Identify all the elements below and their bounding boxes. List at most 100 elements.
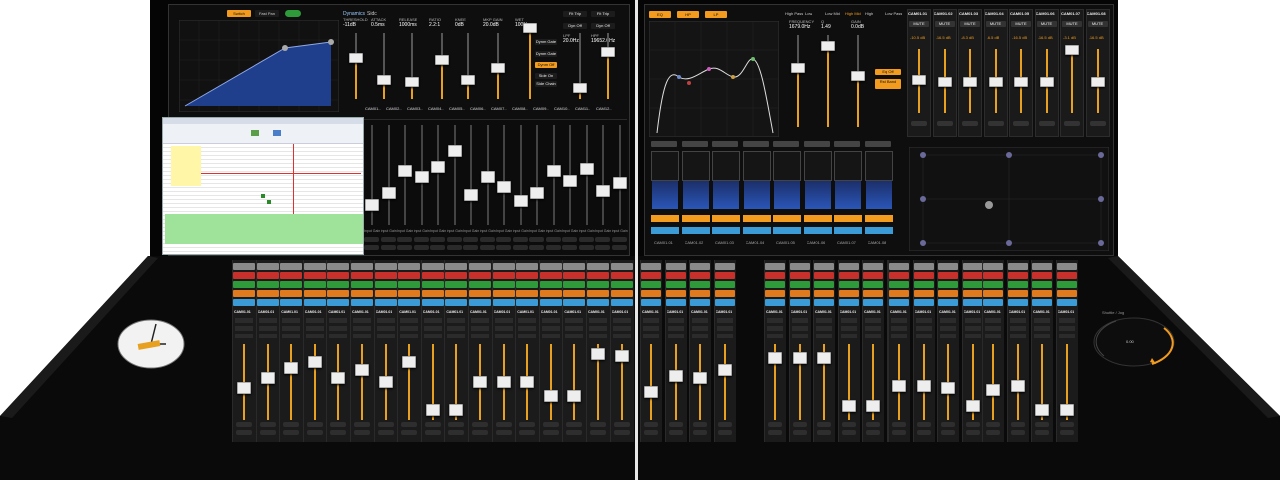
console-strip-knob[interactable] — [401, 430, 418, 435]
console-strip-button[interactable] — [539, 263, 562, 270]
param-fader-knob[interactable] — [491, 63, 505, 73]
console-strip-button[interactable] — [789, 272, 810, 279]
top-channel-button[interactable] — [936, 121, 953, 126]
top-channel-fader-knob[interactable] — [988, 77, 1003, 87]
input-gain-knob-button[interactable] — [529, 237, 544, 242]
eq-tab[interactable]: High Mid — [845, 11, 861, 16]
console-strip-button[interactable] — [1032, 272, 1052, 279]
console-strip-knob[interactable] — [717, 422, 732, 427]
console-strip-knob[interactable] — [1010, 422, 1025, 427]
console-strip-button[interactable] — [469, 281, 491, 288]
dyn-gate-button-2[interactable]: Dynm Gate — [535, 51, 557, 57]
console-strip-button[interactable] — [938, 272, 958, 279]
console-strip-button[interactable] — [587, 299, 609, 306]
console-strip-button[interactable] — [374, 281, 397, 288]
console-strip-select[interactable] — [891, 318, 907, 323]
ribbon-icon[interactable] — [251, 130, 259, 136]
console-strip-knob[interactable] — [401, 422, 418, 427]
console-strip-button[interactable] — [1032, 299, 1052, 306]
console-strip-button[interactable] — [256, 290, 279, 297]
console-strip-select[interactable] — [235, 334, 253, 338]
eq-tab[interactable]: High Pass — [785, 11, 803, 16]
meter-blue-button[interactable] — [742, 227, 771, 234]
console-strip-select[interactable] — [541, 318, 560, 323]
console-strip-knob[interactable] — [613, 422, 630, 427]
console-strip-select[interactable] — [692, 326, 708, 331]
console-fader-knob[interactable] — [520, 376, 535, 388]
console-strip-button[interactable] — [303, 290, 326, 297]
input-gain-knob-button[interactable] — [545, 245, 561, 250]
input-gain-fader-knob[interactable] — [563, 175, 577, 187]
console-fader-knob[interactable] — [1010, 380, 1025, 392]
console-strip-knob[interactable] — [668, 422, 683, 427]
console-strip-select[interactable] — [447, 326, 466, 331]
switch-button[interactable]: Switch — [227, 10, 251, 17]
console-strip-knob[interactable] — [668, 430, 683, 435]
console-strip-button[interactable] — [1056, 263, 1077, 270]
console-strip-select[interactable] — [767, 326, 783, 331]
eq-tab[interactable]: Low Mid — [825, 11, 840, 16]
console-strip-button[interactable] — [398, 272, 421, 279]
console-strip-button[interactable] — [838, 299, 859, 306]
eq-param-q[interactable]: Q 1.49 — [821, 19, 831, 30]
console-strip-knob[interactable] — [693, 430, 707, 435]
top-channel-mute[interactable]: MUTE — [1087, 21, 1108, 27]
console-strip-button[interactable] — [421, 272, 444, 279]
console-strip-button[interactable] — [913, 299, 934, 306]
console-strip-button[interactable] — [765, 281, 785, 288]
console-strip-knob[interactable] — [986, 430, 1000, 435]
console-strip-button[interactable] — [641, 263, 661, 270]
console-strip-knob[interactable] — [792, 422, 807, 427]
console-strip-button[interactable] — [938, 263, 958, 270]
console-strip-button[interactable] — [351, 263, 373, 270]
console-strip-button[interactable] — [327, 299, 350, 306]
console-strip-select[interactable] — [716, 334, 733, 338]
console-strip-select[interactable] — [376, 334, 395, 338]
console-strip-select[interactable] — [494, 334, 513, 338]
console-strip-select[interactable] — [258, 326, 277, 331]
console-strip-select[interactable] — [767, 334, 783, 338]
console-strip-button[interactable] — [714, 281, 735, 288]
console-strip-select[interactable] — [589, 334, 607, 338]
console-strip-button[interactable] — [233, 263, 255, 270]
side-on-button[interactable]: Side On — [535, 73, 557, 79]
input-gain-knob-button[interactable] — [463, 237, 478, 242]
input-gain-knob-button[interactable] — [562, 237, 577, 242]
console-strip-button[interactable] — [983, 281, 1003, 288]
input-gain-fader-knob[interactable] — [546, 165, 561, 177]
console-strip-button[interactable] — [563, 281, 586, 288]
console-fader-knob[interactable] — [717, 364, 732, 376]
console-fader-knob[interactable] — [817, 352, 831, 364]
console-strip-button[interactable] — [539, 290, 562, 297]
meter-orange-button[interactable] — [742, 215, 771, 222]
console-strip-button[interactable] — [665, 263, 686, 270]
console-strip-button[interactable] — [233, 272, 255, 279]
console-strip-button[interactable] — [327, 290, 350, 297]
console-strip-button[interactable] — [256, 263, 279, 270]
fit-trip-button-1[interactable]: Fit Trip — [563, 11, 587, 17]
input-gain-knob-button[interactable] — [496, 245, 511, 250]
console-strip-button[interactable] — [962, 281, 983, 288]
console-strip-button[interactable] — [1056, 272, 1077, 279]
console-strip-button[interactable] — [492, 299, 515, 306]
console-strip-button[interactable] — [962, 272, 983, 279]
console-strip-knob[interactable] — [354, 430, 370, 435]
console-strip-button[interactable] — [938, 281, 958, 288]
console-strip-button[interactable] — [1056, 299, 1077, 306]
console-strip-knob[interactable] — [817, 422, 831, 427]
console-strip-select[interactable] — [1058, 334, 1075, 338]
top-channel-fader-knob[interactable] — [963, 77, 977, 87]
console-strip-button[interactable] — [889, 272, 909, 279]
console-strip-button[interactable] — [814, 290, 834, 297]
top-channel-fader-knob[interactable] — [1014, 77, 1028, 87]
input-gain-knob-button[interactable] — [595, 237, 610, 242]
bank-label[interactable]: CAM03.. — [407, 106, 423, 111]
input-gain-knob-button[interactable] — [446, 245, 462, 250]
top-channel-mute[interactable]: MUTE — [1062, 21, 1082, 27]
console-strip-select[interactable] — [940, 318, 956, 323]
input-gain-knob-button[interactable] — [512, 237, 528, 242]
console-strip-knob[interactable] — [495, 430, 512, 435]
console-strip-button[interactable] — [983, 290, 1003, 297]
bank-label[interactable]: CAM07.. — [491, 106, 507, 111]
meter-orange-button[interactable] — [864, 215, 893, 222]
